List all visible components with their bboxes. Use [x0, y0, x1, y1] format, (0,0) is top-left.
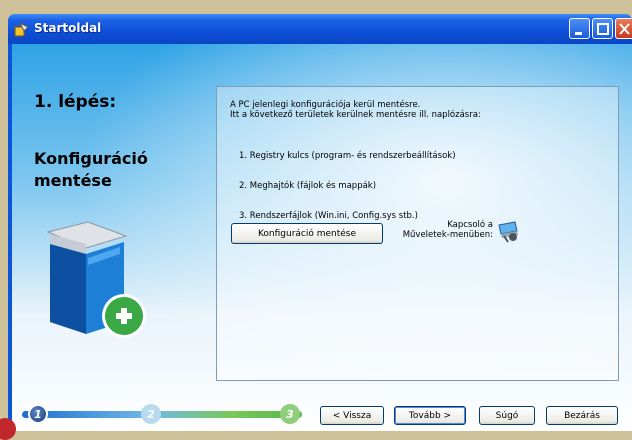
wizard-content: 1. lépés: Konfiguráció mentése A PC jele… — [12, 44, 632, 431]
back-button[interactable]: < Vissza — [320, 406, 384, 425]
window-title: Startoldal — [34, 21, 102, 35]
corner-badge — [0, 418, 16, 440]
wizard-window: Startoldal 1. lépés: Konfiguráció mentés… — [8, 14, 632, 431]
close-window-button[interactable] — [615, 18, 632, 39]
minimize-button[interactable] — [569, 18, 590, 39]
minimize-icon — [575, 32, 582, 35]
add-plus-icon — [102, 294, 146, 338]
step-indicator-2: 2 — [141, 404, 161, 424]
step-progress-bar — [22, 411, 302, 418]
backup-book-icon — [46, 221, 146, 338]
save-configuration-button[interactable]: Konfiguráció mentése — [231, 223, 383, 244]
title-bar[interactable]: Startoldal — [8, 14, 632, 44]
shortcut-label-line2: Műveletek-menüben: — [402, 230, 493, 240]
list-item: 1. Registry kulcs (program- és rendszerb… — [239, 151, 456, 161]
shortcut-label: Kapcsoló a Műveletek-menüben: — [389, 220, 493, 240]
maximize-icon — [597, 23, 609, 35]
info-line2: Itt a következő területek kerülnek menté… — [230, 110, 481, 120]
info-line1: A PC jelenlegi konfigurációja kerül ment… — [230, 100, 421, 110]
help-button[interactable]: Súgó — [479, 406, 535, 425]
step-subtitle-line1: Konfiguráció — [34, 149, 148, 168]
step-heading: 1. lépés: — [34, 92, 117, 112]
toolbar-shortcut-icon[interactable] — [496, 221, 520, 243]
step-indicator-1: 1 — [28, 404, 48, 424]
close-button[interactable]: Bezárás — [546, 406, 618, 425]
shortcut-label-line1: Kapcsoló a — [447, 220, 493, 230]
maximize-button[interactable] — [592, 18, 613, 39]
list-item: 2. Meghajtók (fájlok és mappák) — [239, 181, 377, 191]
wizard-footer: 1 2 3 < Vissza Tovább > Súgó Bezárás — [12, 400, 632, 431]
step-indicator-3: 3 — [280, 404, 300, 424]
step-subtitle-line2: mentése — [34, 171, 112, 190]
wizard-app-icon — [14, 21, 29, 37]
close-icon — [619, 23, 630, 35]
step-subtitle: Konfiguráció mentése — [34, 148, 204, 192]
next-button[interactable]: Tovább > — [394, 406, 466, 425]
